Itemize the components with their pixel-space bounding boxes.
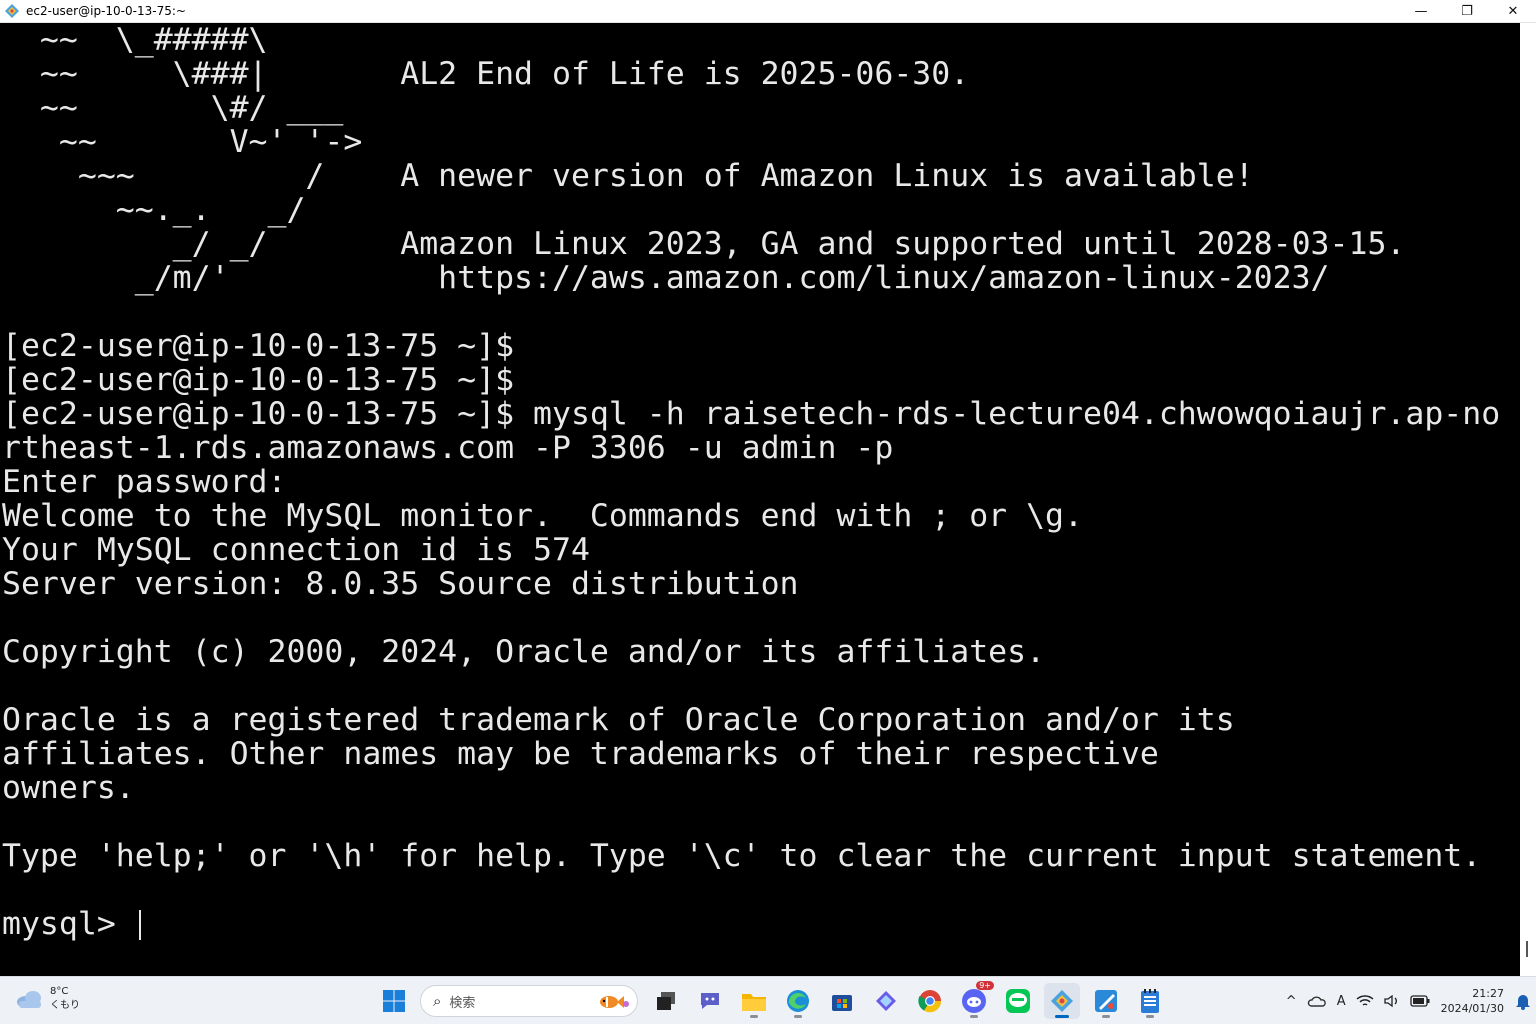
edge-icon: [787, 990, 809, 1012]
terminal-line: ~~~ / A newer version of Amazon Linux is…: [2, 158, 1254, 194]
terminal-line: rtheast-1.rds.amazonaws.com -P 3306 -u a…: [2, 430, 894, 466]
paint-icon: [1095, 990, 1117, 1012]
terminal-line: affiliates. Other names may be trademark…: [2, 736, 1159, 772]
terminal-line: Oracle is a registered trademark of Orac…: [2, 702, 1235, 738]
terminal-line: Server version: 8.0.35 Source distributi…: [2, 566, 799, 602]
terminal-line: _/m/' https://aws.amazon.com/linux/amazo…: [2, 260, 1330, 296]
edge-button[interactable]: [780, 983, 816, 1019]
terminal-line: ~~._. _/: [2, 192, 306, 228]
terminal-line: ~~ V~' '->: [2, 124, 363, 160]
copilot-icon: [876, 991, 896, 1011]
terminal-line: owners.: [2, 770, 135, 806]
file-explorer-icon: [742, 994, 766, 1011]
teams-chat-button[interactable]: [692, 983, 728, 1019]
notepad-icon: [1141, 989, 1159, 1013]
mysql-prompt: mysql>: [2, 906, 135, 942]
text-cursor: [138, 910, 141, 940]
discord-icon: [962, 989, 986, 1013]
chrome-icon: [918, 990, 942, 1013]
volume-icon[interactable]: [1383, 994, 1400, 1008]
terminal-line: Copyright (c) 2000, 2024, Oracle and/or …: [2, 634, 1046, 670]
terminal-line: [ec2-user@ip-10-0-13-75 ~]$ mysql -h rai…: [2, 396, 1501, 432]
discord-button[interactable]: 9+: [956, 981, 994, 1019]
start-button[interactable]: [376, 983, 412, 1019]
terminal-scrollbar[interactable]: [1520, 23, 1536, 976]
onedrive-icon[interactable]: [1307, 994, 1327, 1008]
taskbar-search[interactable]: ⌕ 検索: [420, 985, 638, 1017]
terminal-line: Your MySQL connection id is 574: [2, 532, 590, 568]
start-icon: [383, 990, 405, 1012]
system-tray: ^ A 21:27 2024/01/30: [1281, 977, 1536, 1024]
teams-chat-icon: [701, 993, 719, 1009]
tera-term-button[interactable]: [1044, 983, 1080, 1019]
weather-temperature: 8°C: [50, 986, 69, 997]
task-view-icon: [657, 992, 675, 1010]
search-placeholder: 検索: [449, 995, 476, 1011]
clock-date: 2024/01/30: [1440, 1002, 1504, 1015]
search-highlight-icon: [600, 996, 629, 1008]
show-hidden-icons-chevron[interactable]: ^: [1286, 994, 1297, 1009]
tera-term-app-icon: [5, 4, 19, 18]
notepad-button[interactable]: [1132, 983, 1168, 1019]
wifi-icon[interactable]: [1356, 994, 1374, 1008]
terminal-screen[interactable]: ~~ \_#####\ ~~ \###| AL2 End of Life is …: [0, 23, 1520, 976]
terminal-line: [ec2-user@ip-10-0-13-75 ~]$: [2, 362, 515, 398]
taskbar: 8°C くもり ⌕ 検索 9+ ^ A 21:27 2024/01/30: [0, 976, 1536, 1024]
terminal-line: Welcome to the MySQL monitor. Commands e…: [2, 498, 1083, 534]
terminal-line: ~~ \_#####\: [2, 23, 268, 58]
scrollbar-thumb[interactable]: [1526, 941, 1528, 957]
terminal-line: _/ _/ Amazon Linux 2023, GA and supporte…: [2, 226, 1406, 262]
paint-button[interactable]: [1088, 983, 1124, 1019]
close-button[interactable]: ✕: [1490, 0, 1536, 23]
weather-widget[interactable]: 8°C くもり: [16, 985, 80, 1013]
taskbar-clock[interactable]: 21:27 2024/01/30: [1441, 986, 1504, 1016]
battery-icon[interactable]: [1409, 995, 1430, 1007]
task-view-button[interactable]: [648, 983, 684, 1019]
line-icon: [1006, 989, 1030, 1013]
copilot-button[interactable]: [868, 983, 904, 1019]
weather-condition: くもり: [50, 1000, 80, 1011]
store-icon: [832, 995, 852, 1011]
store-button[interactable]: [824, 983, 860, 1019]
clock-time: 21:27: [1472, 987, 1504, 1000]
terminal-line: ~~ \###| AL2 End of Life is 2025-06-30.: [2, 56, 970, 92]
terminal-line: [ec2-user@ip-10-0-13-75 ~]$: [2, 328, 515, 364]
terminal-line: Type 'help;' or '\h' for help. Type '\c'…: [2, 838, 1482, 874]
search-icon: ⌕: [433, 992, 442, 1010]
notification-bell-icon[interactable]: [1515, 992, 1531, 1010]
cloud-icon: [17, 991, 41, 1008]
terminal-line: ~~ \#/ ___: [2, 90, 344, 126]
chrome-button[interactable]: [912, 983, 948, 1019]
ime-indicator[interactable]: A: [1337, 994, 1346, 1009]
file-explorer-button[interactable]: [736, 983, 772, 1019]
mysql-prompt-line[interactable]: mysql>: [2, 907, 141, 941]
terminal-line: Enter password:: [2, 464, 287, 500]
maximize-button[interactable]: ❐: [1444, 0, 1490, 23]
window-title: ec2-user@ip-10-0-13-75:~: [26, 4, 186, 18]
minimize-button[interactable]: —: [1398, 0, 1444, 23]
discord-badge: 9+: [976, 981, 994, 990]
window-title-bar[interactable]: ec2-user@ip-10-0-13-75:~ — ❐ ✕: [0, 0, 1536, 23]
tera-term-icon: [1051, 990, 1073, 1012]
line-button[interactable]: [1000, 983, 1036, 1019]
